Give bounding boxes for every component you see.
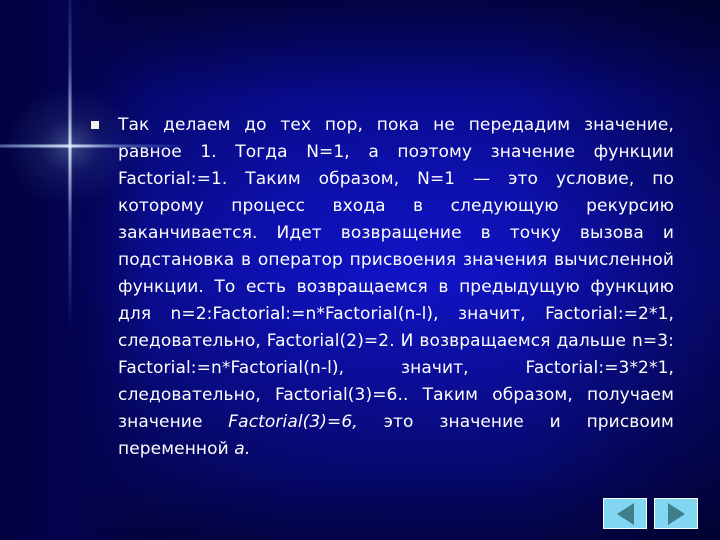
- square-bullet-icon: [91, 121, 99, 129]
- body-text-main: Так делаем до тех пор, пока не передадим…: [118, 115, 674, 432]
- triangle-left-icon: [616, 502, 634, 525]
- previous-slide-button[interactable]: [603, 498, 647, 529]
- light-beam-vertical: [68, 0, 72, 330]
- body-paragraph: Так делаем до тех пор, пока не передадим…: [86, 112, 674, 463]
- body-text-emphasis-two: a.: [234, 439, 251, 459]
- triangle-right-icon: [667, 502, 685, 525]
- bullet-list-item: Так делаем до тех пор, пока не передадим…: [86, 112, 674, 463]
- presentation-slide: Так делаем до тех пор, пока не передадим…: [0, 0, 720, 540]
- body-text-emphasis-one: Factorial(3)=6,: [228, 412, 358, 432]
- slide-navigation: [603, 498, 698, 529]
- slide-content: Так делаем до тех пор, пока не передадим…: [86, 112, 674, 463]
- next-slide-button[interactable]: [654, 498, 698, 529]
